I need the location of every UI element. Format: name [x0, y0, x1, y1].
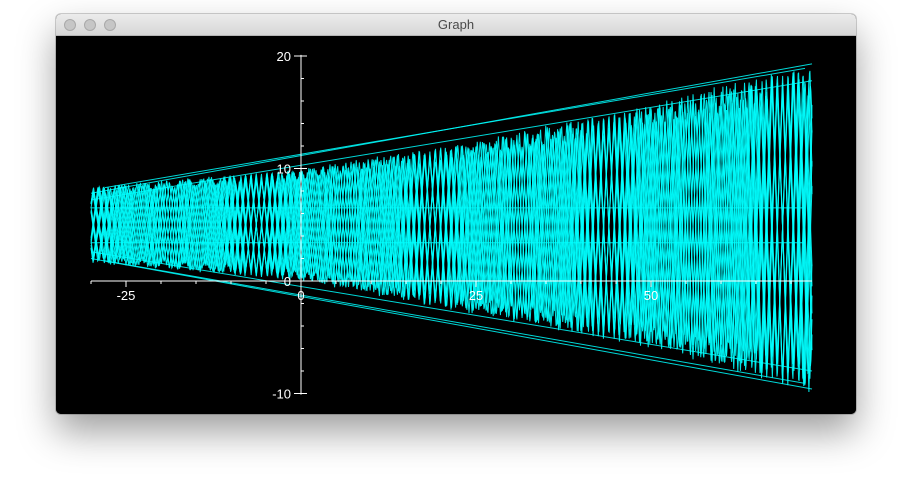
- x-tick-label: 50: [644, 288, 658, 303]
- y-tick-label: 0: [284, 274, 291, 289]
- window-titlebar[interactable]: Graph: [56, 14, 856, 36]
- graph-canvas: -25 0 25 50 20 10 0 -10: [90, 49, 813, 402]
- y-tick-label: 10: [277, 162, 291, 177]
- y-tick-label: -10: [272, 387, 291, 402]
- y-tick-label: 20: [277, 49, 291, 64]
- graph-window: Graph -25 0 25 50 20 10 0 -10: [56, 14, 856, 414]
- x-tick-label: 0: [297, 288, 304, 303]
- window-title: Graph: [437, 17, 475, 32]
- plot-area: -25 0 25 50 20 10 0 -10: [56, 36, 856, 414]
- x-tick-label: -25: [117, 288, 136, 303]
- x-tick-label: 25: [469, 288, 483, 303]
- curve-layer: [90, 63, 813, 393]
